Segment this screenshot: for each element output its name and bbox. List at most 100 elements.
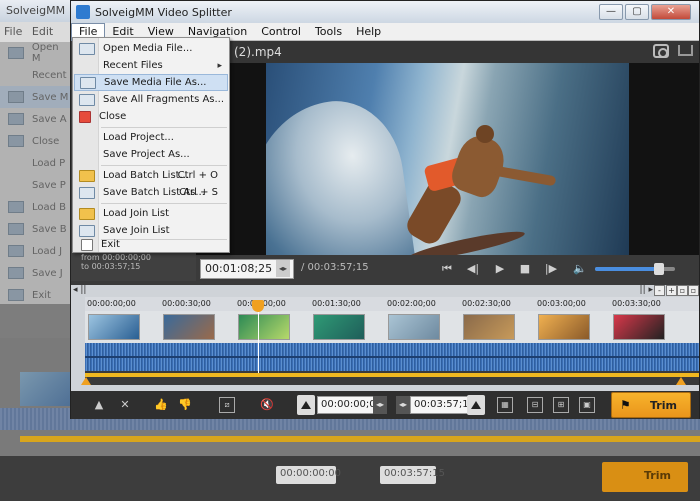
bg-menu-item: Save B <box>0 218 70 240</box>
menu-item-load-batch-list[interactable]: Load Batch List... Ctrl + O <box>74 167 228 184</box>
timecode-spinner[interactable]: ◂▸ <box>276 260 290 277</box>
range-end-marker[interactable] <box>676 377 686 385</box>
keyframe-icon[interactable]: ⧄ <box>219 397 235 413</box>
timeline-ruler[interactable]: 00:00:00;00 00:00:30;00 00:01:00;00 00:0… <box>85 297 699 311</box>
save-fragments-icon <box>79 93 95 106</box>
timeline-nav-right[interactable]: || ▸ <box>640 285 653 295</box>
thumbnail <box>388 314 440 340</box>
thumbnail <box>88 314 140 340</box>
close-file-icon <box>79 110 91 123</box>
bg-menu-item: Save A <box>0 108 70 130</box>
video-surfer-head <box>476 125 494 143</box>
bg-menu-item: Save J <box>0 262 70 284</box>
bg-menu-item: Exit <box>0 284 70 306</box>
duration-label: / 00:03:57;15 <box>301 262 369 273</box>
tick-label: 00:03:30;00 <box>612 299 661 308</box>
trim-button[interactable]: ⚑ Trim <box>611 392 691 418</box>
cart-icon[interactable] <box>678 45 693 56</box>
timeline-nav-left[interactable]: ◂ || <box>73 285 86 295</box>
camera-icon[interactable] <box>653 44 669 58</box>
info-from: from 00:00:00;00 <box>81 253 151 262</box>
menu-help[interactable]: Help <box>349 23 388 41</box>
menu-control[interactable]: Control <box>254 23 308 41</box>
bg-menu-item: Save M <box>0 86 70 108</box>
menu-item-save-all-fragments[interactable]: Save All Fragments As... <box>74 91 228 108</box>
submenu-arrow-icon: ▸ <box>217 60 222 71</box>
frame-forward-icon[interactable]: |▶ <box>543 262 559 276</box>
bg-open-icon <box>8 47 24 59</box>
timeline-scrollbar[interactable]: ◂ || || ▸ - + ▫ ▫ <box>71 285 699 297</box>
flag-icon: ⚑ <box>620 398 631 412</box>
bg-menu-item: Close <box>0 130 70 152</box>
mute-icon[interactable]: 🔇 <box>259 397 275 413</box>
menu-item-save-project[interactable]: Save Project As... <box>74 146 228 163</box>
bg-exit-icon <box>8 289 24 301</box>
menu-separator <box>101 127 227 128</box>
volume-fill <box>595 267 659 271</box>
bg-range-bar <box>20 436 700 442</box>
menu-item-recent-files[interactable]: Recent Files ▸ <box>74 57 228 74</box>
video-preview[interactable] <box>266 63 629 255</box>
play-icon[interactable]: ▶ <box>492 262 508 276</box>
thumbs-down-icon[interactable]: 👎 <box>177 397 193 413</box>
in-timecode-spinner[interactable]: ◂▸ <box>373 396 387 414</box>
info-to: to 00:03:57;15 <box>81 262 141 271</box>
bg-load-join-icon <box>8 245 24 257</box>
trim-label: Trim <box>650 399 677 412</box>
menu-item-save-batch-list[interactable]: Save Batch List As... Ctrl + S <box>74 184 228 201</box>
tick-label: 00:00:00;00 <box>87 299 136 308</box>
file-menu-dropdown: Open Media File... Recent Files ▸ Save M… <box>72 37 230 253</box>
zoom-fit-icon[interactable]: ▫ <box>677 285 688 296</box>
thumbs-up-icon[interactable]: 👍 <box>153 397 169 413</box>
close-button[interactable]: ✕ <box>651 4 691 20</box>
set-out-icon[interactable] <box>467 395 485 415</box>
range-start-marker[interactable] <box>81 377 91 385</box>
minimize-button[interactable]: — <box>599 4 623 20</box>
bg-thumbnail <box>20 372 72 406</box>
audio-waveform[interactable] <box>85 343 699 371</box>
fragment-info: from 00:00:00;00 to 00:03:57;15 <box>81 253 151 271</box>
thumbnail-strip[interactable] <box>85 311 699 343</box>
shortcut-load-batch: Ctrl + O <box>177 170 218 181</box>
selection-range-bar[interactable] <box>85 373 699 377</box>
skip-back-icon[interactable]: ⏮ <box>439 262 455 276</box>
merge-icon[interactable]: ⊞ <box>553 397 569 413</box>
volume-icon[interactable]: 🔈 <box>573 262 587 275</box>
menu-tools[interactable]: Tools <box>308 23 349 41</box>
frame-back-icon[interactable]: ◀| <box>465 262 481 276</box>
timeline-left-gutter <box>71 297 85 387</box>
volume-slider[interactable] <box>595 263 675 275</box>
menu-item-load-join-list[interactable]: Load Join List <box>74 205 228 222</box>
menu-item-load-project[interactable]: Load Project... <box>74 129 228 146</box>
open-folder-icon <box>79 42 95 55</box>
zoom-in-icon[interactable]: + <box>666 285 677 296</box>
export-icon[interactable]: ▣ <box>579 397 595 413</box>
film-frame-icon[interactable]: ▦ <box>497 397 513 413</box>
zoom-full-icon[interactable]: ▫ <box>688 285 699 296</box>
bg-window-title: SolveigMM <box>0 0 70 22</box>
playhead-marker[interactable] <box>252 300 264 312</box>
shortcut-save-batch: Ctrl + S <box>179 187 218 198</box>
menu-separator <box>101 203 227 204</box>
marker-up-icon[interactable]: ▲ <box>91 397 107 413</box>
zoom-out-icon[interactable]: - <box>654 285 665 296</box>
in-timecode-field[interactable]: 00:00:00;00 <box>317 396 382 414</box>
split-icon[interactable]: ⊟ <box>527 397 543 413</box>
volume-knob[interactable] <box>654 263 664 275</box>
menu-item-close[interactable]: Close <box>74 108 228 125</box>
menu-item-exit[interactable]: Exit <box>74 236 228 253</box>
maximize-button[interactable]: ▢ <box>625 4 649 20</box>
app-icon <box>76 5 90 19</box>
out-timecode-spinner-left[interactable]: ◂▸ <box>396 396 410 414</box>
menu-item-save-media-as[interactable]: Save Media File As... <box>74 74 228 91</box>
bg-close-icon <box>8 135 24 147</box>
stop-icon[interactable]: ■ <box>517 262 533 276</box>
save-media-icon <box>80 76 96 89</box>
screen: SolveigMM File Edit Open M Recent Save M… <box>0 0 700 501</box>
menu-item-open-media[interactable]: Open Media File... <box>74 40 228 57</box>
out-timecode-field[interactable]: 00:03:57;15 <box>410 396 475 414</box>
thumbnail <box>463 314 515 340</box>
bottom-toolbar: ▲ ✕ 👍 👎 ⧄ 🔇 00:00:00;00 ◂▸ ◂▸ 00:03:57;1… <box>71 391 699 419</box>
marker-remove-icon[interactable]: ✕ <box>117 397 133 413</box>
set-in-icon[interactable] <box>297 395 315 415</box>
